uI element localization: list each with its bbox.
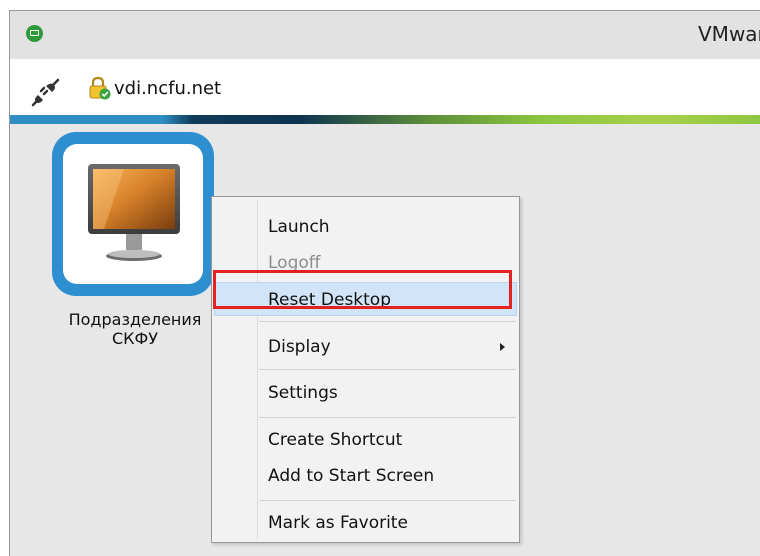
desktop-name-line2: СКФУ	[111, 329, 159, 348]
menu-separator	[259, 321, 516, 322]
app-icon	[26, 25, 43, 42]
menu-item-settings[interactable]: Settings	[214, 376, 517, 410]
address-bar: vdi.ncfu.net	[10, 59, 760, 115]
chevron-right-icon	[500, 343, 505, 351]
menu-separator	[259, 500, 516, 501]
menu-item-display[interactable]: Display	[214, 330, 517, 364]
context-menu: Launch Logoff Reset Desktop Display Sett…	[211, 196, 520, 543]
menu-item-add-to-start-screen[interactable]: Add to Start Screen	[214, 459, 517, 493]
lock-icon	[89, 76, 111, 100]
menu-item-label: Display	[268, 337, 331, 357]
menu-item-label: Create Shortcut	[268, 430, 403, 450]
menu-item-mark-as-favorite[interactable]: Mark as Favorite	[214, 506, 517, 540]
annotation-highlight-box	[213, 270, 512, 309]
menu-separator	[259, 369, 516, 370]
desktop-tile-label[interactable]: Подразделения СКФУ	[40, 310, 230, 348]
monitor-icon	[88, 164, 180, 261]
menu-item-label: Launch	[268, 217, 330, 237]
title-bar: VMwar	[10, 11, 760, 59]
desktop-tile[interactable]	[52, 132, 214, 296]
plug-icon[interactable]	[30, 78, 60, 108]
window-title: VMwar	[698, 22, 760, 46]
menu-separator	[259, 417, 516, 418]
server-name: vdi.ncfu.net	[114, 78, 222, 99]
menu-item-label: Add to Start Screen	[268, 466, 435, 486]
accent-strip	[10, 115, 760, 124]
menu-item-label: Settings	[268, 383, 338, 403]
desktop-name-line1: Подразделения	[68, 310, 202, 329]
menu-item-launch[interactable]: Launch	[214, 210, 517, 244]
menu-item-create-shortcut[interactable]: Create Shortcut	[214, 423, 517, 457]
menu-item-label: Mark as Favorite	[268, 513, 408, 533]
desktop-tile-inner	[63, 144, 203, 284]
